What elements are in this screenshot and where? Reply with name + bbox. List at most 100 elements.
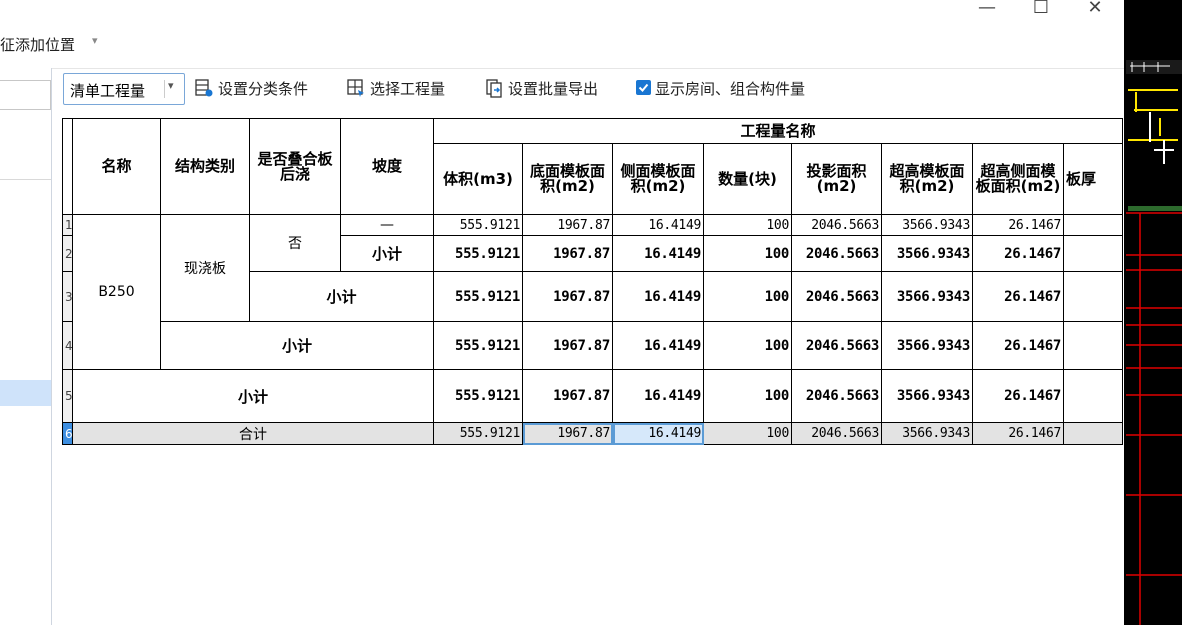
cell-subtotal-label[interactable]: 小计 bbox=[249, 271, 434, 322]
cell-over-height-side-form[interactable]: 26.1467 bbox=[972, 369, 1064, 423]
cell-projected-area[interactable]: 2046.5663 bbox=[791, 321, 882, 370]
header-quantity-group[interactable]: 工程量名称 bbox=[432, 118, 1124, 144]
header-projected-area[interactable]: 投影面积(m2) bbox=[791, 143, 882, 215]
row-number[interactable]: 1 bbox=[62, 214, 73, 236]
cell-subtotal-label[interactable]: 小计 bbox=[340, 235, 434, 272]
cell-side-form[interactable]: 16.4149 bbox=[612, 369, 704, 423]
cell-count[interactable]: 100 bbox=[703, 235, 792, 272]
cell-over-height-side-form[interactable]: 26.1467 bbox=[972, 422, 1064, 445]
left-selected-item[interactable] bbox=[0, 380, 51, 406]
header-name[interactable]: 名称 bbox=[72, 118, 161, 215]
cell-projected-area[interactable]: 2046.5663 bbox=[791, 214, 882, 236]
batch-export-label: 设置批量导出 bbox=[508, 80, 599, 98]
cell-side-form[interactable]: 16.4149 bbox=[612, 214, 704, 236]
cell-over-height-side-form[interactable]: 26.1467 bbox=[972, 214, 1064, 236]
cell-side-form[interactable]: 16.4149 bbox=[612, 422, 704, 445]
set-category-button[interactable]: 设置分类条件 bbox=[194, 78, 308, 100]
cell-over-height-form[interactable]: 3566.9343 bbox=[881, 369, 973, 423]
chevron-down-icon[interactable]: ▾ bbox=[168, 79, 174, 92]
cell-side-form[interactable]: 16.4149 bbox=[612, 321, 704, 370]
cell-over-height-form[interactable]: 3566.9343 bbox=[881, 422, 973, 445]
cell-volume[interactable]: 555.9121 bbox=[433, 214, 523, 236]
row-number[interactable]: 4 bbox=[62, 321, 73, 370]
report-window: — ☐ ✕ 征添加位置 ▾ 清单工程量 ▾ 设置分类条件 选择工程量 设置批量导… bbox=[0, 0, 1124, 625]
table-total-row: 6 合计 555.9121 1967.87 16.4149 100 2046.5… bbox=[62, 422, 1124, 445]
cell-bottom-form[interactable]: 1967.87 bbox=[522, 321, 613, 370]
cell-projected-area[interactable]: 2046.5663 bbox=[791, 235, 882, 272]
cell-struct-type[interactable]: 现浇板 bbox=[160, 214, 250, 322]
header-bottom-form[interactable]: 底面模板面积(m2) bbox=[522, 143, 613, 215]
cell-count[interactable]: 100 bbox=[703, 369, 792, 423]
cell-over-height-side-form[interactable]: 26.1467 bbox=[972, 271, 1064, 322]
minimize-button[interactable]: — bbox=[970, 0, 1004, 22]
header-over-height-form[interactable]: 超高模板面积(m2) bbox=[881, 143, 973, 215]
cell-over-height-form[interactable]: 3566.9343 bbox=[881, 235, 973, 272]
row-number[interactable]: 6 bbox=[62, 422, 73, 445]
cell-thickness[interactable] bbox=[1062, 271, 1124, 322]
select-quantity-button[interactable]: 选择工程量 bbox=[346, 78, 445, 100]
cell-count[interactable]: 100 bbox=[703, 422, 792, 445]
add-position-menu[interactable]: 征添加位置 bbox=[0, 34, 75, 55]
batch-export-button[interactable]: 设置批量导出 bbox=[484, 78, 598, 100]
left-search-box[interactable] bbox=[0, 80, 51, 110]
cell-bottom-form[interactable]: 1967.87 bbox=[522, 369, 613, 423]
cell-volume[interactable]: 555.9121 bbox=[433, 321, 523, 370]
header-slope[interactable]: 坡度 bbox=[340, 118, 434, 215]
cell-over-height-form[interactable]: 3566.9343 bbox=[881, 214, 973, 236]
cad-viewport[interactable] bbox=[1124, 0, 1182, 625]
header-over-height-side-form[interactable]: 超高侧面模板面积(m2) bbox=[972, 143, 1064, 215]
cell-over-height-form[interactable]: 3566.9343 bbox=[881, 321, 973, 370]
cell-thickness[interactable] bbox=[1062, 321, 1124, 370]
cell-count[interactable]: 100 bbox=[703, 321, 792, 370]
cell-projected-area[interactable]: 2046.5663 bbox=[791, 422, 882, 445]
header-overlay[interactable]: 是否叠合板后浇 bbox=[249, 118, 341, 215]
header-volume[interactable]: 体积(m3) bbox=[433, 143, 523, 215]
cell-thickness[interactable] bbox=[1062, 235, 1124, 272]
header-thickness[interactable]: 板厚 bbox=[1062, 143, 1124, 215]
row-number[interactable]: 2 bbox=[62, 235, 73, 272]
header-count[interactable]: 数量(块) bbox=[703, 143, 792, 215]
cell-over-height-form[interactable]: 3566.9343 bbox=[881, 271, 973, 322]
cell-over-height-side-form[interactable]: 26.1467 bbox=[972, 321, 1064, 370]
close-button[interactable]: ✕ bbox=[1078, 0, 1112, 22]
cell-bottom-form[interactable]: 1967.87 bbox=[522, 214, 613, 236]
cell-projected-area[interactable]: 2046.5663 bbox=[791, 369, 882, 423]
cell-thickness[interactable] bbox=[1062, 214, 1124, 236]
cell-count[interactable]: 100 bbox=[703, 271, 792, 322]
cell-subtotal-label[interactable]: 小计 bbox=[160, 321, 434, 370]
cell-name[interactable]: B250 bbox=[72, 214, 161, 370]
cell-projected-area[interactable]: 2046.5663 bbox=[791, 271, 882, 322]
row-number[interactable]: 3 bbox=[62, 271, 73, 322]
quantity-table: 名称 结构类别 是否叠合板后浇 坡度 工程量名称 体积(m3) 底面模板面积(m… bbox=[62, 118, 1124, 445]
row-number[interactable]: 5 bbox=[62, 369, 73, 423]
cell-side-form[interactable]: 16.4149 bbox=[612, 271, 704, 322]
cell-slope[interactable]: — bbox=[340, 214, 434, 236]
cell-volume[interactable]: 555.9121 bbox=[433, 235, 523, 272]
cell-volume[interactable]: 555.9121 bbox=[433, 271, 523, 322]
cell-thickness[interactable] bbox=[1062, 369, 1124, 423]
cell-volume[interactable]: 555.9121 bbox=[433, 369, 523, 423]
maximize-button[interactable]: ☐ bbox=[1024, 0, 1058, 22]
checkmark-icon bbox=[638, 83, 649, 92]
left-divider bbox=[0, 179, 51, 180]
quantity-grid: 名称 结构类别 是否叠合板后浇 坡度 工程量名称 体积(m3) 底面模板面积(m… bbox=[62, 118, 1124, 625]
chevron-down-icon[interactable]: ▾ bbox=[92, 34, 98, 47]
cell-bottom-form[interactable]: 1967.87 bbox=[522, 422, 613, 445]
cell-count[interactable]: 100 bbox=[703, 214, 792, 236]
cell-total-label[interactable]: 合计 bbox=[72, 422, 434, 445]
quantity-mode-value: 清单工程量 bbox=[70, 82, 146, 100]
cell-side-form[interactable]: 16.4149 bbox=[612, 235, 704, 272]
cell-bottom-form[interactable]: 1967.87 bbox=[522, 235, 613, 272]
quantity-mode-select[interactable]: 清单工程量 ▾ bbox=[63, 73, 185, 105]
header-side-form[interactable]: 侧面模板面积(m2) bbox=[612, 143, 704, 215]
header-struct-type[interactable]: 结构类别 bbox=[160, 118, 250, 215]
cell-subtotal-label[interactable]: 小计 bbox=[72, 369, 434, 423]
cell-over-height-side-form[interactable]: 26.1467 bbox=[972, 235, 1064, 272]
cell-bottom-form[interactable]: 1967.87 bbox=[522, 271, 613, 322]
cell-overlay[interactable]: 否 bbox=[249, 214, 341, 272]
cad-drawing bbox=[1126, 60, 1182, 625]
corner-cell bbox=[62, 118, 73, 215]
show-rooms-checkbox[interactable] bbox=[636, 80, 651, 95]
cell-thickness[interactable] bbox=[1062, 422, 1124, 445]
cell-volume[interactable]: 555.9121 bbox=[433, 422, 523, 445]
